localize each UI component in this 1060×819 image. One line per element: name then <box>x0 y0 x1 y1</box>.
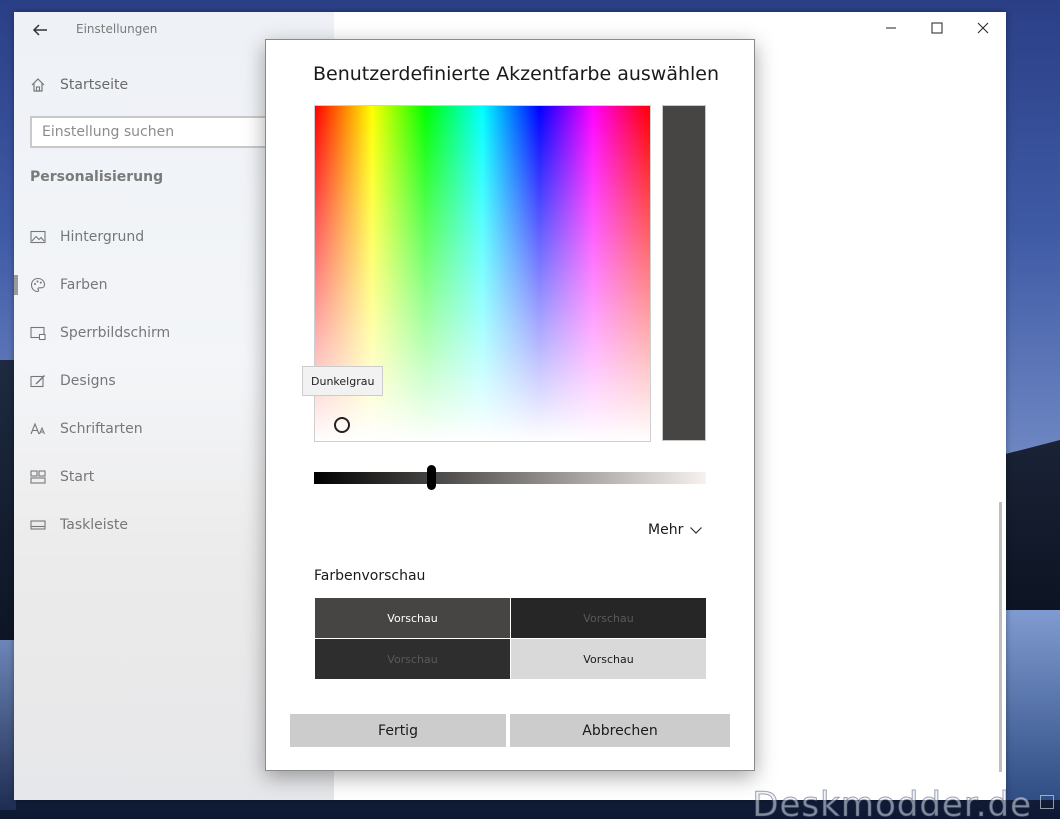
sidebar-item-label: Start <box>60 469 95 485</box>
sidebar-item-label: Hintergrund <box>60 229 145 245</box>
brush-icon <box>30 375 45 388</box>
back-arrow-icon[interactable] <box>30 20 50 40</box>
preview-tile: Vorschau <box>511 639 706 679</box>
taskbar-icon <box>30 520 46 530</box>
dialog-title: Benutzerdefinierte Akzentfarbe auswählen <box>313 63 720 85</box>
content-scrollbar[interactable] <box>999 502 1002 772</box>
minimize-icon[interactable] <box>874 16 908 40</box>
maximize-icon[interactable] <box>920 16 954 40</box>
preview-tile: Vorschau <box>315 598 510 638</box>
sidebar-item-label: Farben <box>60 277 108 293</box>
wallpaper-lake-right <box>1004 610 1060 800</box>
app-title: Einstellungen <box>76 22 158 36</box>
wallpaper-hill-right <box>1004 440 1060 620</box>
nav-home[interactable]: Startseite <box>30 72 128 98</box>
chevron-down-icon <box>690 527 703 534</box>
brightness-slider-track[interactable] <box>314 472 706 484</box>
watermark-text: Deskmodder.de <box>752 785 1032 819</box>
search-placeholder: Einstellung suchen <box>42 124 175 140</box>
preview-tile: Vorschau <box>511 598 706 638</box>
watermark-corner-mark <box>1040 795 1054 809</box>
spectrum-picker-handle[interactable] <box>334 417 350 433</box>
custom-accent-color-dialog: Benutzerdefinierte Akzentfarbe auswählen… <box>265 39 755 771</box>
lock-screen-icon <box>30 326 46 341</box>
selected-color-swatch <box>662 105 706 441</box>
preview-title: Farbenvorschau <box>314 568 426 584</box>
sidebar-item-label: Taskleiste <box>60 517 129 533</box>
selection-indicator <box>14 275 18 295</box>
start-tiles-icon <box>30 470 46 484</box>
search-input[interactable]: Einstellung suchen <box>30 116 270 148</box>
more-label: Mehr <box>648 522 684 538</box>
picture-icon <box>30 230 46 244</box>
cancel-button[interactable]: Abbrechen <box>510 714 730 747</box>
color-preview-grid: Vorschau Vorschau Vorschau Vorschau <box>315 598 706 679</box>
sidebar-item-label: Schriftarten <box>60 421 143 437</box>
more-toggle[interactable]: Mehr <box>648 520 703 540</box>
sidebar-item-label: Sperrbildschirm <box>60 325 171 341</box>
color-name-tooltip: Dunkelgrau <box>302 366 384 396</box>
section-title: Personalisierung <box>30 169 164 185</box>
sidebar-item-label: Designs <box>60 373 116 389</box>
done-button[interactable]: Fertig <box>290 714 506 747</box>
home-icon <box>31 78 45 92</box>
palette-icon <box>30 277 46 293</box>
preview-tile: Vorschau <box>315 639 510 679</box>
font-icon <box>30 422 45 435</box>
close-icon[interactable] <box>966 16 1000 40</box>
brightness-slider-thumb[interactable] <box>427 465 436 490</box>
nav-home-label: Startseite <box>60 77 129 93</box>
